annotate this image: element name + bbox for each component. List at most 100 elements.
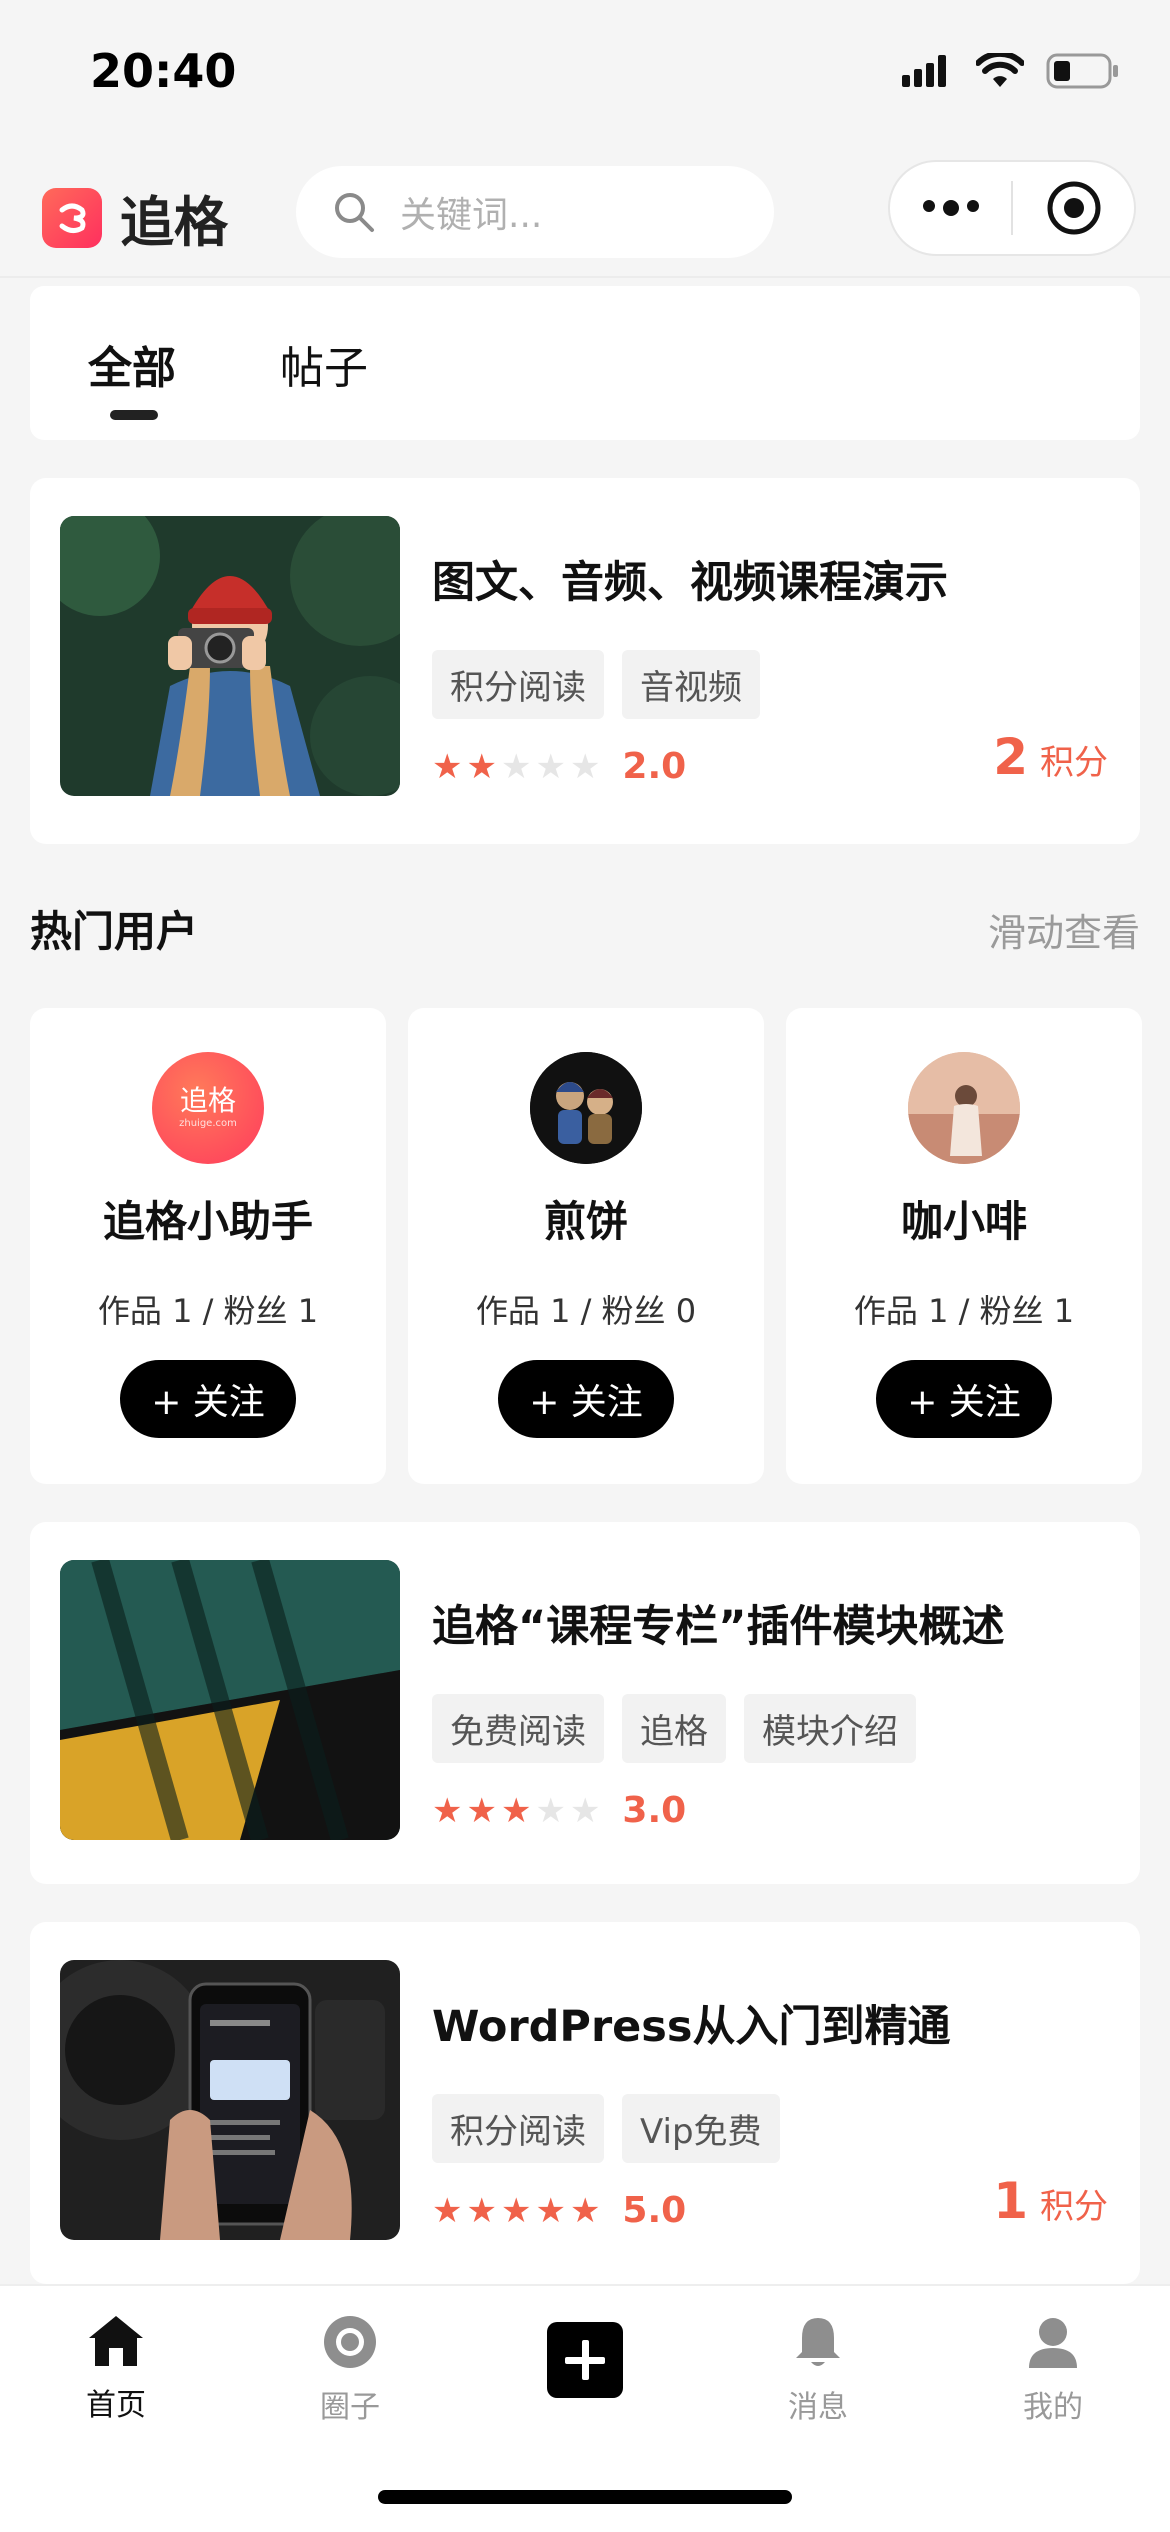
course-title: 追格“课程专栏”插件模块概述 (432, 1602, 1005, 1652)
home-icon (89, 2316, 143, 2366)
course-tags: 积分阅读 Vip免费 (432, 2094, 780, 2163)
course-tag[interactable]: 音视频 (622, 650, 760, 719)
tab-all[interactable]: 全部 (88, 332, 176, 396)
search-placeholder: 关键词... (400, 195, 543, 236)
rating-value: 5.0 (622, 2190, 687, 2231)
star-filled-icon: ★ (500, 1790, 532, 1831)
course-thumbnail (60, 1560, 400, 1840)
course-thumbnail (60, 1960, 400, 2240)
miniprogram-capsule (888, 160, 1136, 256)
user-name: 煎饼 (543, 1197, 628, 1246)
circle-icon (324, 2316, 376, 2368)
course-tag[interactable]: 免费阅读 (432, 1694, 604, 1763)
more-dot-icon (922, 200, 935, 212)
course-thumbnail (60, 516, 400, 796)
course-tag[interactable]: 追格 (622, 1694, 726, 1763)
course-title: 图文、音频、视频课程演示 (432, 558, 948, 608)
star-filled-icon: ★ (500, 2190, 532, 2231)
tab-indicator (110, 410, 158, 420)
user-stats: 作品 1 / 粉丝 1 (853, 1292, 1075, 1330)
star-filled-icon: ★ (432, 746, 463, 787)
tab-circle[interactable]: 圈子 (270, 2314, 430, 2426)
rating-value: 3.0 (622, 1790, 687, 1831)
search-input[interactable]: 关键词... (296, 166, 774, 258)
course-rating: ★ ★ ★ ★ ★ 3.0 (432, 1790, 686, 1831)
home-indicator (378, 2490, 792, 2504)
avatar (908, 1052, 1020, 1164)
hot-users-more-link[interactable]: 滑动查看 (988, 902, 1140, 957)
star-filled-icon: ★ (466, 1790, 497, 1831)
more-dot-icon (966, 200, 979, 212)
tab-home-label: 首页 (86, 2388, 146, 2423)
star-filled-icon: ★ (466, 746, 497, 787)
category-tabs: 全部 帖子 (30, 286, 1140, 440)
user-name: 咖小啡 (900, 1197, 1027, 1246)
course-tag[interactable]: Vip免费 (622, 2094, 780, 2163)
battery-icon (1046, 53, 1118, 89)
avatar: 追格 zhuige.com (152, 1052, 264, 1164)
avatar (530, 1052, 642, 1164)
app-logo[interactable]: 追格 (42, 178, 228, 257)
points-value: 2 (993, 728, 1028, 786)
course-card[interactable]: 图文、音频、视频课程演示 积分阅读 音视频 ★ ★ ★ ★ ★ 2.0 2 积分 (30, 478, 1140, 844)
follow-button[interactable]: + 关注 (876, 1360, 1052, 1438)
signal-icon (902, 55, 946, 87)
points-unit: 积分 (1040, 2187, 1108, 2227)
publish-button[interactable] (505, 2322, 665, 2398)
course-tag[interactable]: 模块介绍 (744, 1694, 916, 1763)
tab-profile[interactable]: 我的 (973, 2314, 1133, 2426)
course-title: WordPress从入门到精通 (432, 2002, 951, 2052)
status-bar: 20:40 (0, 0, 1170, 150)
plus-icon (547, 2322, 623, 2398)
star-empty-icon: ★ (535, 1790, 566, 1831)
follow-button[interactable]: + 关注 (498, 1360, 674, 1438)
user-name: 追格小助手 (102, 1197, 313, 1246)
star-empty-icon: ★ (500, 746, 532, 787)
star-empty-icon: ★ (535, 746, 566, 787)
avatar-logo-subtext: zhuige.com (179, 1118, 237, 1129)
status-time: 20:40 (90, 44, 237, 98)
user-stats: 作品 1 / 粉丝 0 (475, 1292, 697, 1330)
close-miniprogram-button[interactable] (1013, 180, 1134, 236)
course-tags: 免费阅读 追格 模块介绍 (432, 1694, 916, 1763)
target-icon (1047, 181, 1100, 235)
rating-value: 2.0 (622, 746, 687, 787)
course-tag[interactable]: 积分阅读 (432, 650, 604, 719)
course-rating: ★ ★ ★ ★ ★ 2.0 (432, 746, 686, 787)
nav-divider (0, 276, 1170, 278)
user-card[interactable]: 追格 zhuige.com 追格小助手 作品 1 / 粉丝 1 + 关注 (30, 1008, 386, 1484)
more-button[interactable] (890, 200, 1011, 216)
tab-home[interactable]: 首页 (36, 2314, 196, 2424)
tab-messages-label: 消息 (788, 2390, 848, 2425)
course-tags: 积分阅读 音视频 (432, 650, 760, 719)
course-tag[interactable]: 积分阅读 (432, 2094, 604, 2163)
status-icons (902, 52, 1120, 90)
star-empty-icon: ★ (569, 746, 601, 787)
points-value: 1 (993, 2172, 1028, 2230)
star-filled-icon: ★ (466, 2190, 497, 2231)
tab-posts[interactable]: 帖子 (280, 332, 368, 396)
tab-messages[interactable]: 消息 (738, 2314, 898, 2426)
star-filled-icon: ★ (432, 1790, 463, 1831)
tab-profile-label: 我的 (1023, 2390, 1083, 2425)
tab-circle-label: 圈子 (320, 2390, 380, 2425)
star-empty-icon: ★ (569, 1790, 601, 1831)
course-rating: ★ ★ ★ ★ ★ 5.0 (432, 2190, 686, 2231)
course-card[interactable]: 追格“课程专栏”插件模块概述 免费阅读 追格 模块介绍 ★ ★ ★ ★ ★ 3.… (30, 1522, 1140, 1884)
user-card[interactable]: 咖小啡 作品 1 / 粉丝 1 + 关注 (786, 1008, 1142, 1484)
logo-text: 追格 (120, 190, 228, 254)
user-card[interactable]: 煎饼 作品 1 / 粉丝 0 + 关注 (408, 1008, 764, 1484)
course-points: 2 积分 (993, 728, 1108, 786)
top-nav: 追格 关键词... (0, 160, 1170, 275)
hot-users-title: 热门用户 (30, 907, 199, 956)
logo-mark-icon (42, 187, 102, 248)
more-dot-icon (942, 200, 959, 216)
user-icon (1029, 2318, 1077, 2368)
user-stats: 作品 1 / 粉丝 1 (97, 1292, 319, 1330)
course-card[interactable]: WordPress从入门到精通 积分阅读 Vip免费 ★ ★ ★ ★ ★ 5.0… (30, 1922, 1140, 2284)
search-icon (335, 193, 374, 232)
avatar-logo-text: 追格 (179, 1084, 236, 1117)
follow-button[interactable]: + 关注 (120, 1360, 296, 1438)
course-points: 1 积分 (993, 2172, 1108, 2230)
points-unit: 积分 (1040, 743, 1108, 783)
